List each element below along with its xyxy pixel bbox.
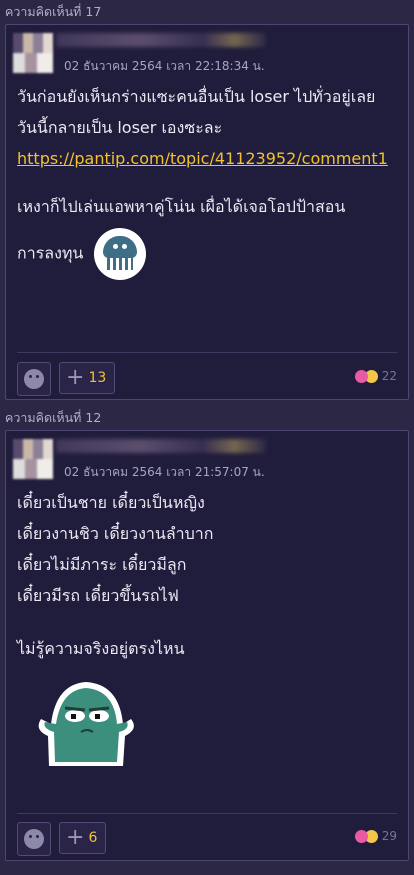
comment-actions: + 6 29 [17, 822, 397, 856]
plus-count: 6 [88, 830, 98, 846]
comment-text: การลงทุน [17, 243, 84, 263]
comment-header: ความคิดเห็นที่ 17 [0, 0, 414, 24]
comment-text: วันก่อนยังเห็นกร่างแซะคนอื่นเป็น loser ไ… [17, 87, 376, 137]
comment-card: 02 ธันวาคม 2564 เวลา 21:57:07 น. เดี๋ยวเ… [5, 430, 409, 861]
timestamp: 02 ธันวาคม 2564 เวลา 21:57:07 น. [64, 465, 265, 479]
comment-text: เดี๋ยวเป็นชาย เดี๋ยวเป็นหญิง [17, 493, 205, 512]
reaction-summary[interactable]: 29 [354, 829, 397, 843]
reaction-summary[interactable]: 22 [354, 369, 397, 383]
timestamp: 02 ธันวาคม 2564 เวลา 22:18:34 น. [64, 59, 265, 73]
jellyfish-sticker [94, 228, 147, 280]
comment-text: เดี๋ยวงานชิว เดี๋ยวงานลำบาก [17, 524, 214, 543]
username-redacted [56, 33, 266, 47]
comment-text: เดี๋ยวไม่มีภาระ เดี๋ยวมีลูก [17, 555, 187, 574]
comment-text: ไม่รู้ความจริงอยู่ตรงไหน [17, 639, 185, 658]
plus-icon: + [66, 825, 85, 850]
comment-card: 02 ธันวาคม 2564 เวลา 22:18:34 น. วันก่อน… [5, 24, 409, 400]
smiley-icon [24, 829, 45, 853]
smiley-icon [24, 369, 45, 393]
comment-header: ความคิดเห็นที่ 12 [0, 406, 414, 430]
comment-meta: 02 ธันวาคม 2564 เวลา 22:18:34 น. [6, 25, 408, 81]
comment-text: เดี๋ยวมีรถ เดี๋ยวขึ้นรถไฟ [17, 586, 179, 605]
plus-button[interactable]: + 6 [59, 822, 107, 854]
reaction-count: 29 [381, 829, 397, 843]
divider [17, 352, 397, 353]
reaction-count: 22 [381, 369, 397, 383]
avatar[interactable] [13, 439, 53, 479]
username-redacted [56, 439, 266, 453]
comment-actions: + 13 22 [17, 362, 397, 396]
comment-text: เหงาก็ไปเล่นแอพหาคู่โน่น เผื่อได้เจอโอปป… [17, 197, 346, 216]
plus-button[interactable]: + 13 [59, 362, 116, 394]
divider [17, 813, 397, 814]
comment-link[interactable]: https://pantip.com/topic/41123952/commen… [17, 149, 388, 168]
emotion-button[interactable] [17, 362, 51, 396]
emotion-button[interactable] [17, 822, 51, 856]
green-monster-sticker [38, 682, 134, 766]
comment-meta: 02 ธันวาคม 2564 เวลา 21:57:07 น. [6, 431, 408, 487]
heart-reaction-icon [354, 369, 368, 383]
comment-body: วันก่อนยังเห็นกร่างแซะคนอื่นเป็น loser ไ… [6, 81, 408, 280]
heart-reaction-icon [354, 829, 368, 843]
plus-count: 13 [88, 370, 107, 386]
plus-icon: + [66, 365, 85, 390]
comment-body: เดี๋ยวเป็นชาย เดี๋ยวเป็นหญิง เดี๋ยวงานชิ… [6, 487, 408, 784]
avatar[interactable] [13, 33, 53, 73]
